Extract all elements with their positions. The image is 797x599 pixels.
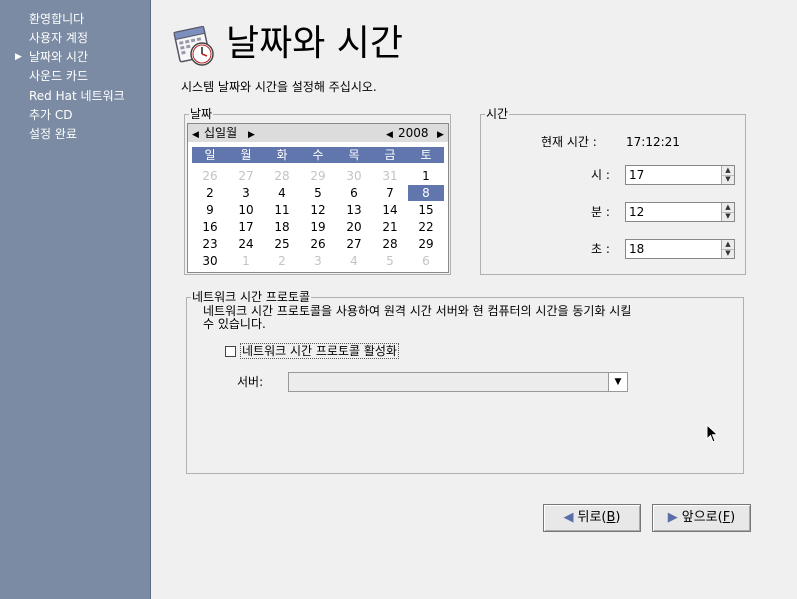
calendar-day-cell[interactable]: 21 [372,219,408,235]
calendar-day-cell[interactable]: 3 [300,253,336,269]
calendar-day-cell[interactable]: 2 [192,185,228,201]
calendar-day-cell[interactable]: 4 [336,253,372,269]
calendar-day-cell[interactable]: 20 [336,219,372,235]
second-value: 18 [629,242,645,256]
next-year-button[interactable]: ▶ [437,127,444,143]
current-time-value: 17:12:21 [626,135,680,149]
calendar-day-cell[interactable]: 30 [192,253,228,269]
calendar[interactable]: ◀ 십일월 ▶ ◀ 2008 ▶ 일월화수목금토 26 27 28 29 30 31 1 2 3… [187,123,449,273]
calendar-day-cell[interactable]: 6 [408,253,444,269]
calendar-day-cell[interactable]: 23 [192,236,228,252]
calendar-day-cell[interactable]: 5 [372,253,408,269]
sidebar-item-additional-cd: 추가 CD [29,108,73,122]
calendar-header: ◀ 십일월 ▶ ◀ 2008 ▶ [188,124,448,142]
current-step-arrow-icon: ▶ [15,52,22,62]
page-title: 날짜와 시간 [226,23,404,64]
calendar-day-cell[interactable]: 28 [264,168,300,184]
calendar-day-cell[interactable]: 24 [228,236,264,252]
weekday-label: 일 [204,148,216,162]
forward-arrow-icon: ▶ [667,510,678,525]
calendar-day-cell[interactable]: 12 [300,202,336,218]
prev-month-button[interactable]: ◀ [192,127,199,143]
weekday-label: 월 [240,148,252,162]
calendar-day-cell[interactable]: 6 [336,185,372,201]
sidebar-item-finish: 설정 완료 [29,127,77,141]
calendar-day-cell[interactable]: 29 [408,236,444,252]
calendar-day-cell[interactable]: 10 [228,202,264,218]
calendar-day-cell[interactable]: 17 [228,219,264,235]
sidebar-item-welcome: 환영합니다 [29,12,85,26]
calendar-day-cell[interactable]: 1 [408,168,444,184]
hour-down-icon[interactable]: ▼ [722,175,734,184]
calendar-day-cell[interactable]: 7 [372,185,408,201]
sidebar-item-date-time: 날짜와 시간 [29,50,89,64]
calendar-day-cell[interactable]: 18 [264,219,300,235]
calendar-day-cell[interactable]: 29 [300,168,336,184]
calendar-day-cell[interactable]: 15 [408,202,444,218]
ntp-description: 네트워크 시간 프로토콜을 사용하여 원격 시간 서버와 현 컴퓨터의 시간을 … [203,304,632,331]
sidebar-item-sound-card: 사운드 카드 [29,69,89,83]
calendar-day-cell[interactable]: 1 [228,253,264,269]
weekday-label: 목 [348,148,360,162]
month-label: 십일월 [204,126,238,140]
calendar-day-cell[interactable]: 28 [372,236,408,252]
weekday-label: 금 [384,148,396,162]
next-month-button[interactable]: ▶ [248,127,255,143]
calendar-day-cell[interactable]: 22 [408,219,444,235]
main-panel: 날짜와 시간 시스템 날짜와 시간을 설정해 주십시오. 날짜 ◀ 십일월 ▶ … [151,0,797,599]
hour-spinner[interactable]: 17 ▲ ▼ [625,165,735,185]
calendar-day-cell[interactable]: 25 [264,236,300,252]
minute-spinner[interactable]: 12 ▲ ▼ [625,202,735,222]
calendar-day-cell[interactable]: 3 [228,185,264,201]
calendar-day-cell[interactable]: 26 [300,236,336,252]
second-down-icon[interactable]: ▼ [722,249,734,258]
hour-label: 시 : [591,168,610,182]
ntp-enable-checkbox[interactable] [225,346,236,357]
page-subtitle: 시스템 날짜와 시간을 설정해 주십시오. [181,80,377,94]
weekday-header-row: 일월화수목금토 [192,147,444,163]
sidebar: 환영합니다 사용자 계정 ▶ 날짜와 시간 사운드 카드 Red Hat 네트워… [0,0,151,599]
calendar-day-cell[interactable]: 31 [372,168,408,184]
date-frame-label: 날짜 [189,107,214,121]
hour-value: 17 [629,168,645,182]
minute-value: 12 [629,205,645,219]
calendar-day-cell[interactable]: 16 [192,219,228,235]
calendar-day-cell[interactable]: 5 [300,185,336,201]
calendar-day-cell[interactable]: 9 [192,202,228,218]
calendar-day-cell[interactable]: 4 [264,185,300,201]
second-spinner[interactable]: 18 ▲ ▼ [625,239,735,259]
minute-down-icon[interactable]: ▼ [722,212,734,221]
back-button[interactable]: ◀ 뒤로(B) [543,504,641,532]
calendar-day-cell[interactable]: 8 [408,185,444,201]
calendar-day-cell[interactable]: 27 [336,236,372,252]
mouse-cursor-icon [706,424,719,443]
weekday-label: 수 [312,148,324,162]
back-arrow-icon: ◀ [563,510,574,525]
minute-label: 분 : [591,205,610,219]
calendar-day-cell[interactable]: 11 [264,202,300,218]
time-frame-label: 시간 [485,107,510,121]
forward-button[interactable]: ▶ 앞으로(F) [652,504,751,532]
prev-year-button[interactable]: ◀ [386,127,393,143]
sidebar-item-user-account: 사용자 계정 [29,31,89,45]
calendar-day-cell[interactable]: 14 [372,202,408,218]
year-label: 2008 [398,126,429,140]
calendar-day-cell[interactable]: 13 [336,202,372,218]
calendar-day-cell[interactable]: 30 [336,168,372,184]
weekday-label: 화 [276,148,288,162]
server-combobox[interactable]: ▼ [288,372,628,392]
calendar-day-cell[interactable]: 27 [228,168,264,184]
ntp-enable-label[interactable]: 네트워크 시간 프로토콜 활성화 [240,343,399,359]
second-label: 초 : [591,242,610,256]
ntp-frame-label: 네트워크 시간 프로토콜 [191,290,312,304]
calendar-clock-icon [173,25,214,66]
chevron-down-icon[interactable]: ▼ [608,373,627,391]
weekday-label: 토 [420,148,432,162]
calendar-day-cell[interactable]: 26 [192,168,228,184]
calendar-day-cell[interactable]: 2 [264,253,300,269]
current-time-label: 현재 시간 : [541,135,597,149]
server-label: 서버: [237,375,264,389]
sidebar-item-rhn: Red Hat 네트워크 [29,89,125,103]
calendar-day-cell[interactable]: 19 [300,219,336,235]
